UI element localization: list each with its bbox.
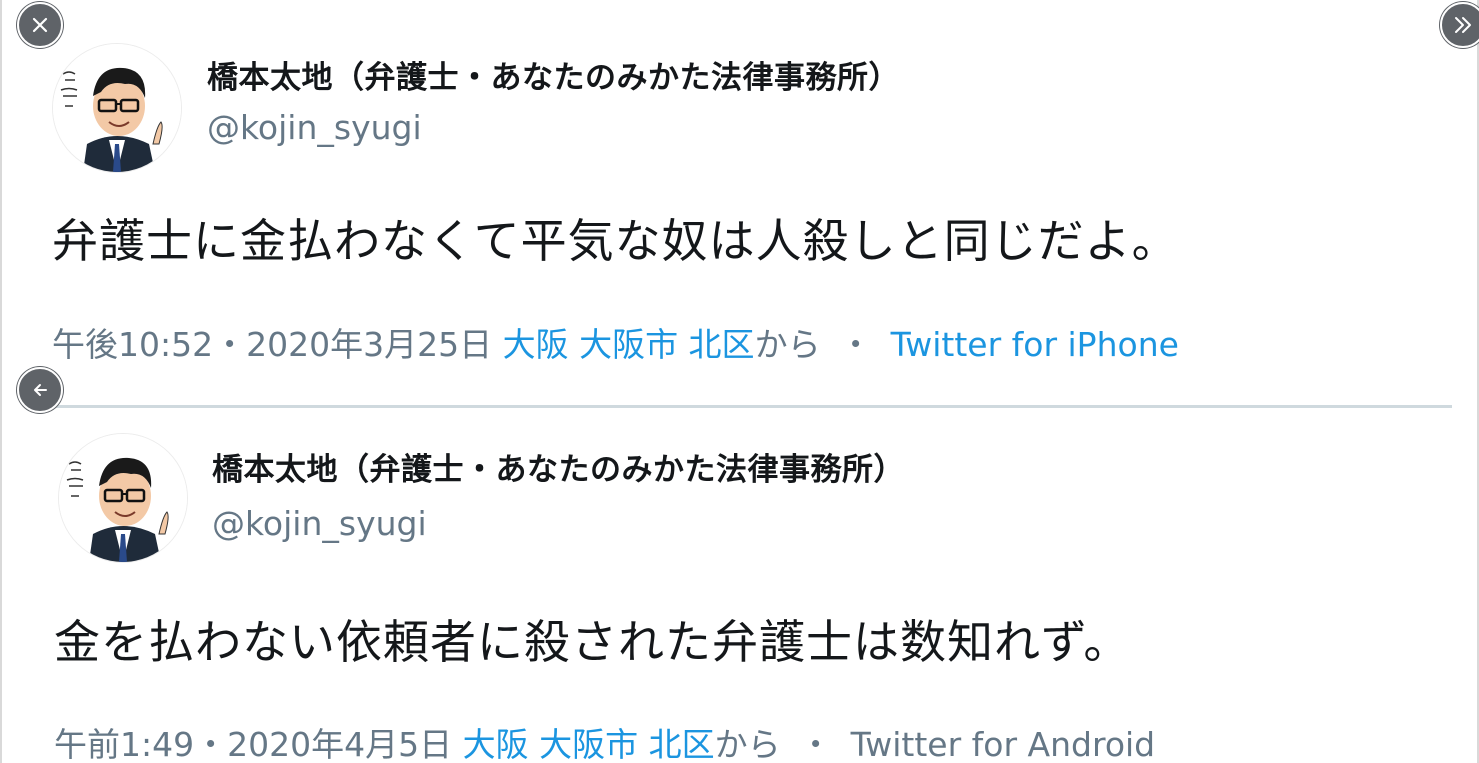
author-display-name[interactable]: 橋本太地（弁護士・あなたのみかた法律事務所） bbox=[207, 52, 900, 97]
meta-separator: ・ bbox=[799, 725, 833, 763]
double-chevron-right-icon bbox=[1455, 17, 1471, 33]
caricature-avatar-image bbox=[59, 434, 187, 562]
next-button[interactable] bbox=[1440, 2, 1479, 48]
avatar[interactable] bbox=[58, 433, 188, 563]
from-suffix: から bbox=[754, 325, 821, 364]
tweet-meta: 午後10:52・2020年3月25日 大阪 大阪市 北区から ・ Twitter… bbox=[52, 318, 1179, 366]
tweet-meta: 午前1:49・2020年4月5日 大阪 大阪市 北区から ・ Twitter f… bbox=[54, 718, 1155, 763]
tweet-card: 橋本太地（弁護士・あなたのみかた法律事務所） @kojin_syugi 弁護士に… bbox=[2, 0, 1479, 405]
author-handle[interactable]: @kojin_syugi bbox=[212, 504, 427, 543]
tweet-text: 金を払わない依頼者に殺された弁護士は数知れず。 bbox=[54, 615, 1131, 669]
arrow-left-icon bbox=[34, 384, 47, 396]
tweet-text: 弁護士に金払わなくて平気な奴は人殺しと同じだよ。 bbox=[52, 214, 1179, 268]
tweet-timestamp[interactable]: 午後10:52・2020年3月25日 bbox=[52, 325, 492, 364]
tweet-timestamp[interactable]: 午前1:49・2020年4月5日 bbox=[54, 725, 452, 763]
close-icon bbox=[32, 17, 48, 33]
author-display-name[interactable]: 橋本太地（弁護士・あなたのみかた法律事務所） bbox=[212, 444, 905, 489]
avatar[interactable] bbox=[52, 43, 182, 173]
screenshot-frame: 橋本太地（弁護士・あなたのみかた法律事務所） @kojin_syugi 弁護士に… bbox=[0, 0, 1479, 763]
close-button[interactable] bbox=[17, 2, 63, 48]
caricature-avatar-image bbox=[53, 44, 181, 172]
meta-separator: ・ bbox=[839, 325, 873, 364]
from-suffix: から bbox=[714, 725, 781, 763]
tweet-client-link[interactable]: Twitter for iPhone bbox=[891, 325, 1179, 364]
tweet-location-link[interactable]: 大阪 大阪市 北区 bbox=[503, 325, 755, 364]
tweet-card: 橋本太地（弁護士・あなたのみかた法律事務所） @kojin_syugi 金を払わ… bbox=[2, 408, 1479, 763]
author-handle[interactable]: @kojin_syugi bbox=[207, 108, 422, 147]
tweet-client-label: Twitter for Android bbox=[850, 725, 1156, 763]
tweet-location-link[interactable]: 大阪 大阪市 北区 bbox=[463, 725, 715, 763]
back-button[interactable] bbox=[17, 367, 63, 413]
